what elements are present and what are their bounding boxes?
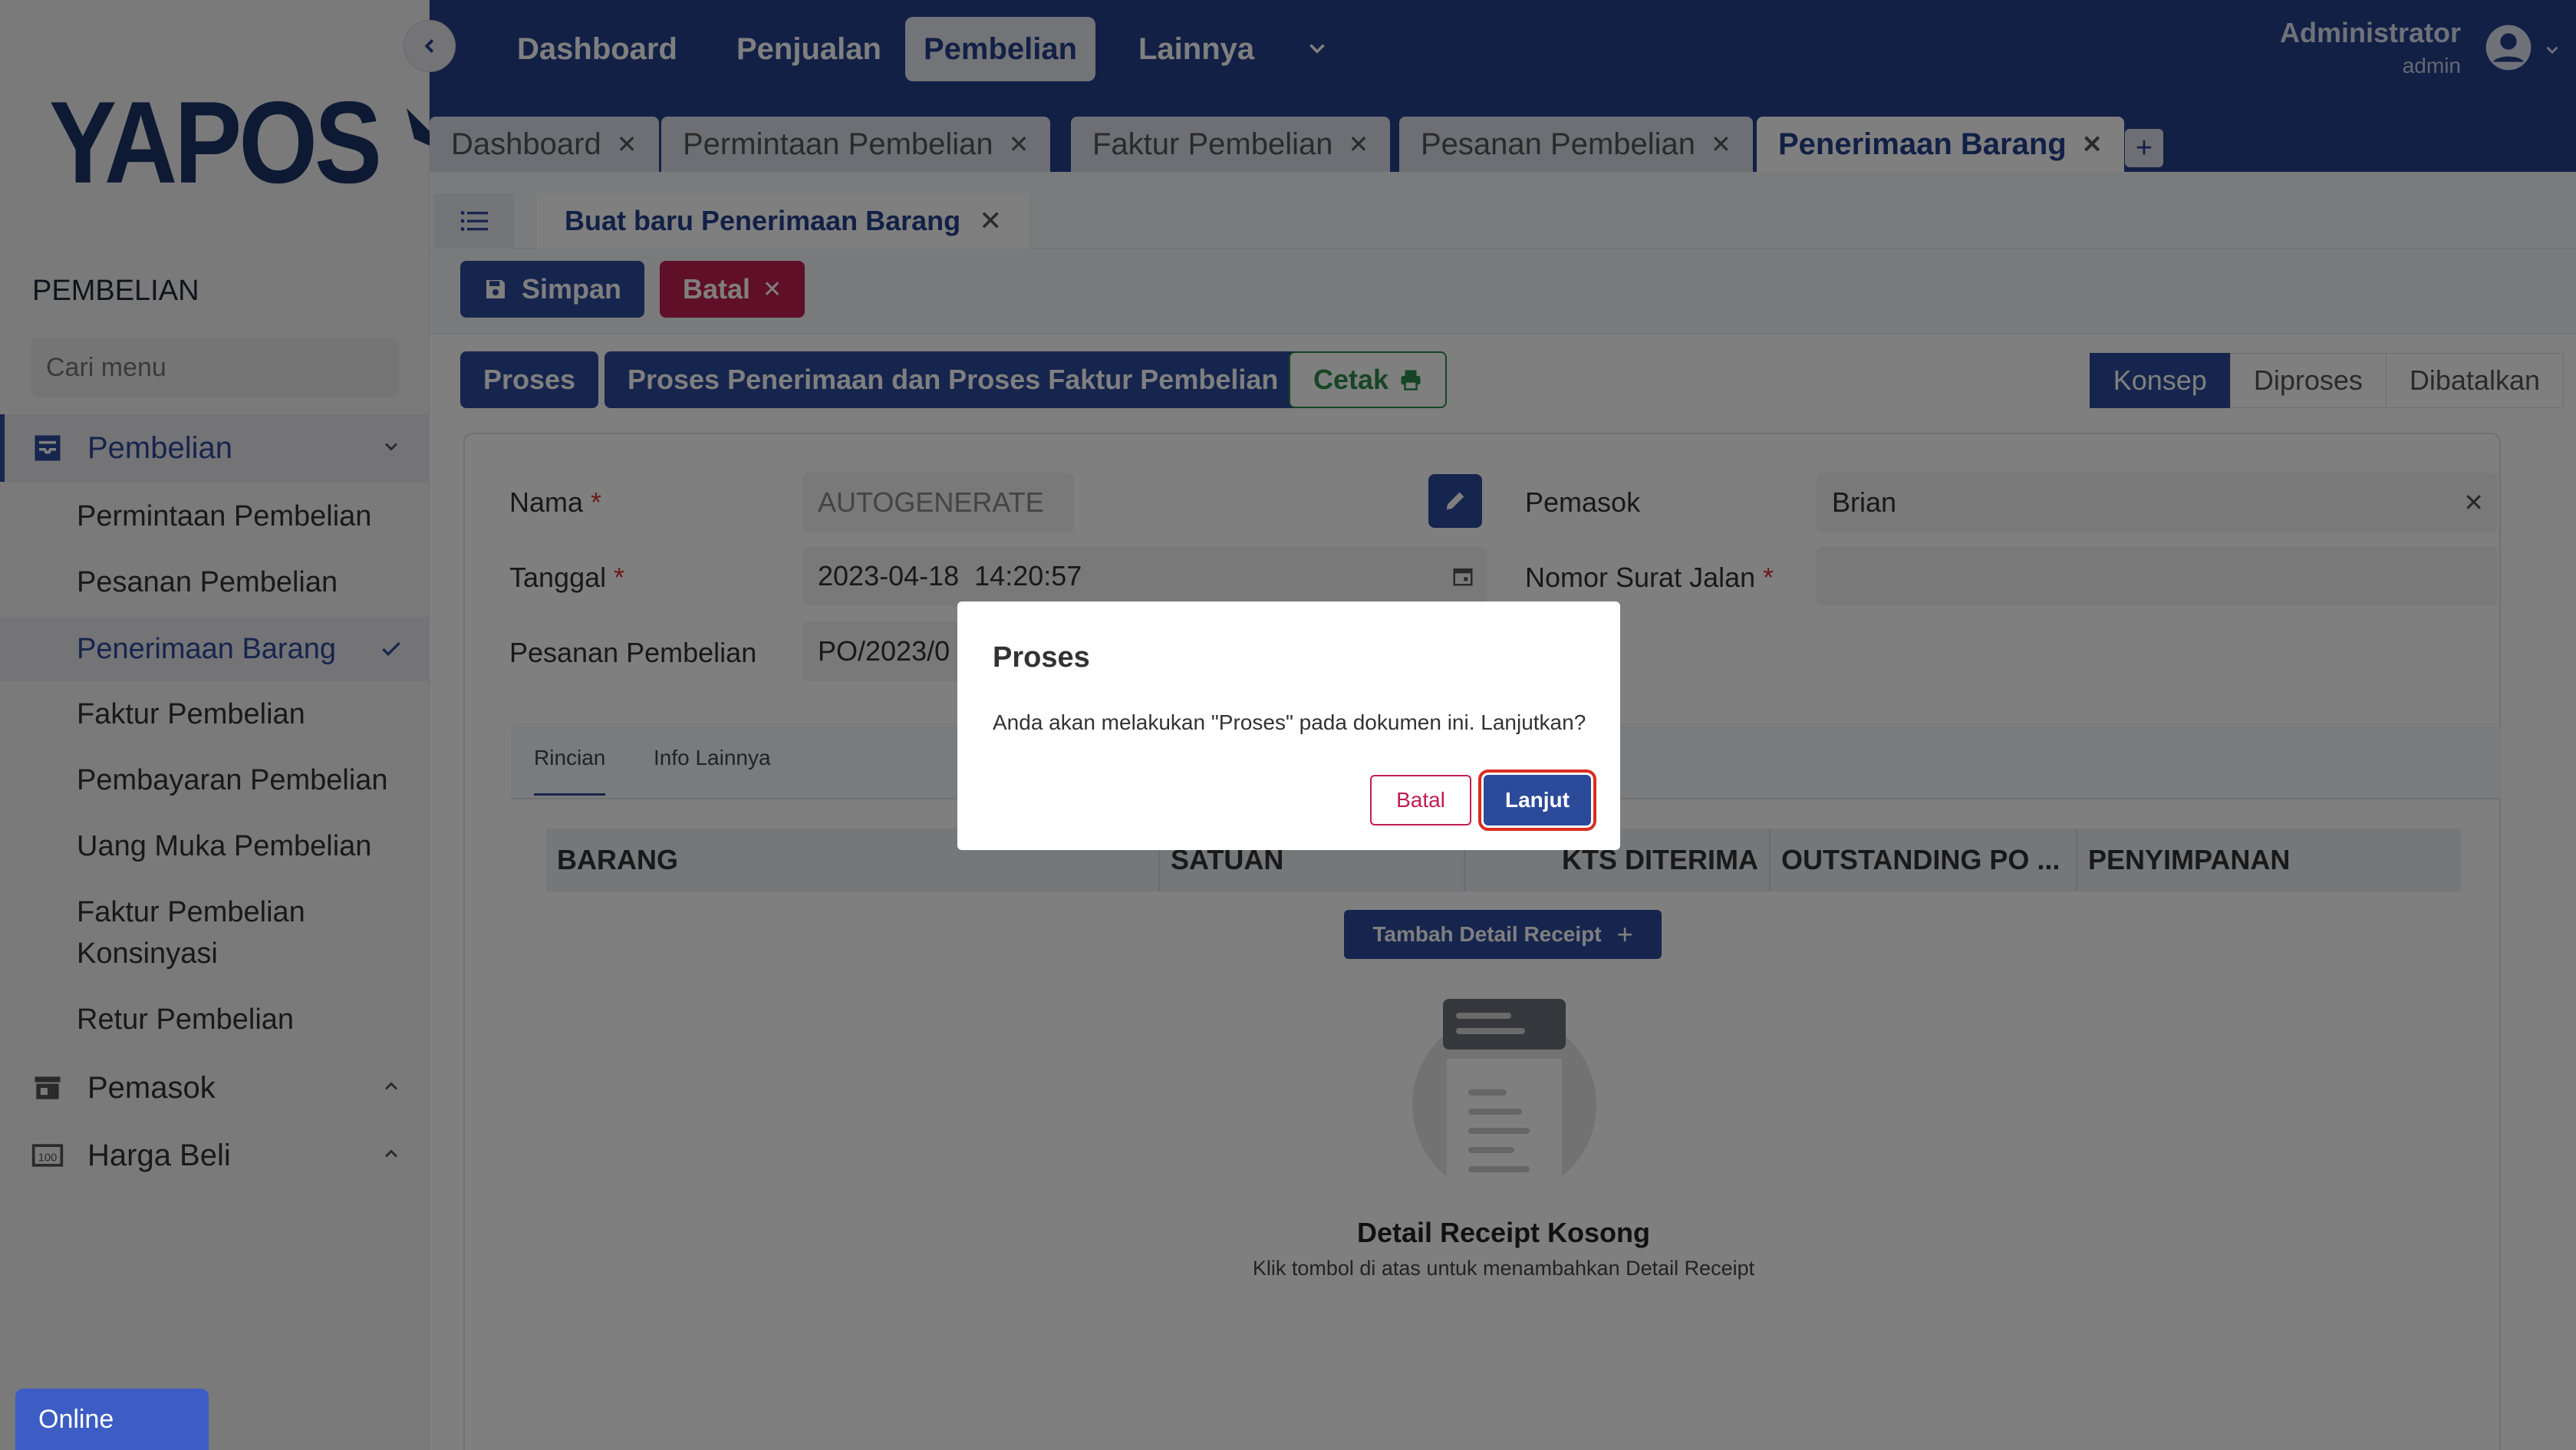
- confirm-dialog: Proses Anda akan melakukan "Proses" pada…: [957, 601, 1620, 850]
- online-status-badge: Online: [15, 1389, 209, 1450]
- dialog-cancel-button[interactable]: Batal: [1370, 775, 1471, 826]
- dialog-title: Proses: [993, 641, 1090, 674]
- dialog-confirm-button[interactable]: Lanjut: [1478, 769, 1596, 831]
- dialog-message: Anda akan melakukan "Proses" pada dokume…: [993, 710, 1586, 734]
